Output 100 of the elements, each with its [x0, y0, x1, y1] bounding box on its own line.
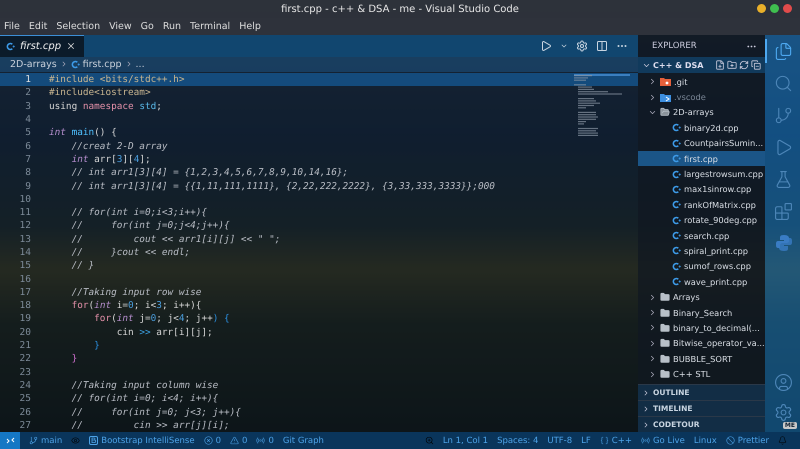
menu-item[interactable]: File: [4, 21, 20, 32]
new-folder-icon[interactable]: [727, 60, 737, 70]
collapse-all-icon[interactable]: [751, 60, 761, 70]
source-file-entry[interactable]: max1sinrow.cpp: [684, 184, 752, 194]
line-number: 2: [24, 87, 32, 98]
line-number: 10: [18, 194, 32, 205]
status-item[interactable]: C++: [600, 436, 632, 446]
folder-icon: [660, 369, 670, 380]
source-file-entry[interactable]: binary2d.cpp: [684, 122, 739, 133]
remote-icon: [6, 436, 14, 445]
code-line: int arr[3][4];: [70, 154, 151, 165]
new-file-icon[interactable]: [715, 60, 725, 70]
code-line: for(int j=0; j<4; j++) {: [93, 313, 230, 324]
status-item[interactable]: UTF-8: [547, 436, 572, 446]
cpp-file-icon: [70, 60, 80, 69]
status-item[interactable]: main: [29, 436, 62, 446]
folder-entry[interactable]: 2D-arrays: [673, 107, 714, 118]
folder-icon: [660, 107, 670, 118]
folder-entry[interactable]: .vscode: [674, 92, 706, 102]
braces-icon: [600, 436, 609, 445]
source-file-entry[interactable]: largestrowsum.cpp: [684, 169, 764, 180]
source-file-entry[interactable]: first.cpp: [684, 154, 718, 164]
code-line: // int arr1[3][4] = {{1,11,111,1111}, {2,22,222,2222}, {3,33,333,3333}};000: [70, 180, 495, 192]
breadcrumb-item[interactable]: ...: [136, 58, 145, 70]
breadcrumb-item[interactable]: 2D-arrays: [10, 58, 57, 70]
folder-entry[interactable]: BUBBLE_SORT: [673, 354, 732, 364]
folder-entry[interactable]: Bitwise_operator_va...: [673, 338, 765, 348]
line-number: 4: [24, 114, 32, 126]
status-item[interactable]: Git Graph: [282, 436, 324, 446]
code-line: //creat 2-D array: [70, 140, 168, 152]
line-number: 17: [18, 286, 32, 298]
cpp-file-icon: [672, 262, 681, 271]
code-line: // }: [70, 260, 94, 272]
menu-item[interactable]: Go: [140, 21, 154, 32]
source-file-entry[interactable]: search.cpp: [684, 230, 730, 241]
maximize-button[interactable]: [770, 4, 779, 13]
line-number: 13: [18, 234, 32, 245]
status-item[interactable]: Spaces: 4: [497, 436, 538, 446]
status-item[interactable]: Bootstrap IntelliSense: [89, 436, 195, 446]
run-icon[interactable]: [540, 40, 552, 52]
status-item[interactable]: Ln 1, Col 1: [442, 436, 488, 446]
bootstrap-icon: [89, 436, 98, 445]
broadcast-icon: [256, 436, 266, 445]
branch-icon: [29, 436, 38, 445]
cpp-file-icon: [672, 246, 681, 256]
source-file-entry[interactable]: rotate_90deg.cpp: [684, 215, 758, 226]
status-item[interactable]: LF: [581, 436, 591, 446]
line-number: 8: [24, 167, 32, 178]
source-file-entry[interactable]: sumof_rows.cpp: [684, 261, 751, 272]
line-number: 23: [18, 366, 32, 378]
refresh-icon[interactable]: [739, 60, 749, 70]
code-line: using namespace std;: [49, 100, 162, 112]
folder-entry[interactable]: Binary_Search: [673, 308, 732, 318]
menu-item[interactable]: Terminal: [190, 21, 230, 32]
editor-tab[interactable]: first.cpp: [0, 35, 84, 57]
code-line: // cin >> arr[j][i];: [70, 420, 230, 431]
cpp-file-icon: [672, 138, 681, 148]
status-item[interactable]: Go Live: [640, 436, 685, 446]
code-line: //Taking input row wise: [70, 286, 202, 298]
folder-entry[interactable]: Arrays: [673, 292, 700, 302]
close-icon[interactable]: [66, 41, 76, 52]
cpp-file-icon: [6, 42, 15, 51]
code-line: // }cout << endl;: [70, 246, 190, 258]
folder-icon: [660, 322, 670, 333]
account-icon[interactable]: [774, 372, 793, 392]
remote-button[interactable]: [0, 432, 20, 449]
minimize-button[interactable]: [757, 4, 766, 13]
split-editor-icon[interactable]: [596, 40, 608, 52]
menu-item[interactable]: Selection: [56, 21, 100, 32]
breadcrumb-item[interactable]: first.cpp: [82, 58, 122, 70]
cpp-file-icon: [672, 231, 681, 240]
code-line: // int arr1[3][4] = {1,2,3,4,5,6,7,8,9,10,14,16};: [70, 167, 348, 178]
menu-item[interactable]: Edit: [28, 21, 48, 32]
line-number: 1: [24, 74, 32, 86]
files-icon[interactable]: [774, 42, 793, 60]
status-item[interactable]: Linux: [694, 436, 717, 446]
line-number: 22: [18, 353, 32, 364]
source-file-entry[interactable]: spiral_print.cpp: [684, 246, 748, 256]
status-item[interactable]: 0: [256, 436, 274, 446]
status-item[interactable]: 0: [230, 436, 248, 446]
line-number: 3: [24, 100, 32, 112]
code-line: // for(int j=0; j<3; j++){: [70, 406, 241, 418]
menu-item[interactable]: Help: [239, 21, 261, 32]
folder-icon: [660, 292, 670, 302]
code-line: //Taking input column wise: [70, 380, 218, 391]
close-button[interactable]: [783, 4, 792, 13]
cpp-file-icon: [672, 216, 681, 225]
menu-item[interactable]: View: [109, 21, 132, 32]
folder-icon: [660, 354, 670, 364]
source-file-entry[interactable]: rankOfMatrix.cpp: [684, 200, 756, 210]
source-file-entry[interactable]: wave_print.cpp: [684, 276, 748, 287]
source-file-entry[interactable]: CountpairsSumin...: [684, 138, 764, 148]
menu-item[interactable]: Run: [162, 21, 182, 32]
line-number: 26: [18, 406, 32, 418]
status-item[interactable]: 0: [204, 436, 222, 446]
code-line: int main() {: [49, 127, 117, 138]
folder-entry[interactable]: .git: [674, 76, 688, 87]
folder-entry[interactable]: binary_to_decimal(...: [673, 322, 760, 333]
status-item[interactable]: Prettier: [726, 436, 769, 446]
folder-entry[interactable]: C++ STL: [673, 369, 710, 380]
